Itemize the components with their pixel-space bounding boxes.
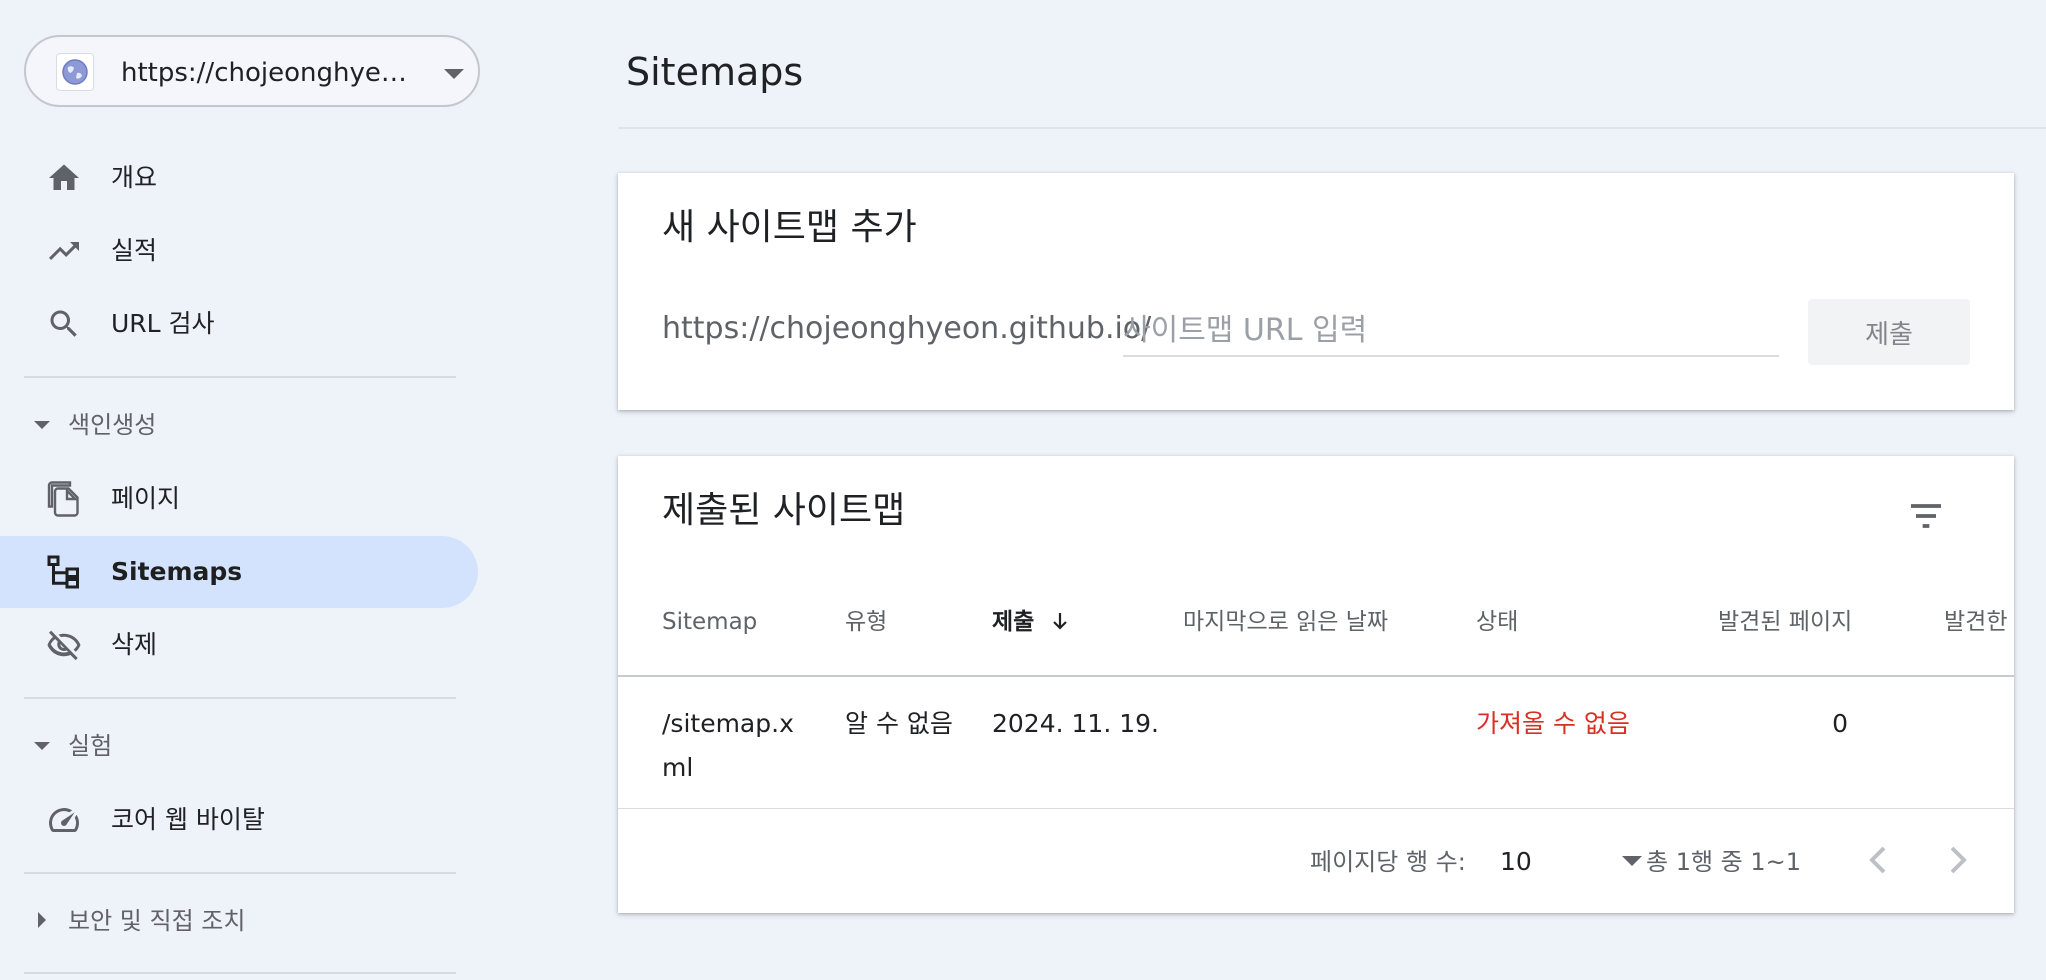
rows-per-page-select[interactable]: 10 [1500, 844, 1532, 880]
caret-down-icon [34, 421, 50, 429]
property-url: https://chojeonghyeon.github.io/ [121, 58, 421, 88]
sidebar-item-removals[interactable]: 삭제 [0, 609, 478, 681]
page-title: Sitemaps [626, 50, 804, 94]
sidebar-item-label: 실적 [111, 236, 158, 265]
row-divider [618, 808, 2014, 809]
sidebar-item-sitemaps[interactable]: Sitemaps [0, 536, 478, 608]
section-security[interactable]: 보안 및 직접 조치 [0, 893, 478, 949]
home-icon [49, 164, 79, 190]
section-label: 실험 [68, 732, 113, 760]
sidebar-divider [24, 972, 456, 974]
column-header-discovered-videos[interactable]: 발견한 동영상 [1944, 606, 2014, 638]
sidebar-item-core-web-vitals[interactable]: 코어 웹 바이탈 [0, 784, 478, 856]
submit-button[interactable]: 제출 [1808, 299, 1970, 365]
url-prefix: https://chojeonghyeon.github.io/ [662, 311, 1152, 346]
section-label: 보안 및 직접 조치 [68, 907, 246, 935]
cell-pages: 0 [1832, 709, 1848, 738]
caret-right-icon [38, 912, 46, 928]
chevron-down-icon [444, 69, 464, 79]
globe-icon [56, 53, 94, 91]
sidebar-item-overview[interactable]: 개요 [0, 142, 478, 214]
column-header-discovered-pages[interactable]: 발견된 페이지 [1718, 606, 1852, 638]
rows-per-page-label: 페이지당 행 수: [1310, 848, 1466, 876]
sidebar-item-pages[interactable]: 페이지 [0, 463, 478, 535]
section-label: 색인생성 [68, 411, 157, 439]
sidebar-item-url-inspection[interactable]: URL 검사 [0, 288, 478, 360]
sidebar-item-performance[interactable]: 실적 [0, 215, 478, 287]
header-divider [618, 675, 2014, 677]
section-experience[interactable]: 실험 [0, 718, 478, 774]
sidebar-item-label: 페이지 [111, 484, 181, 513]
add-sitemap-card: 새 사이트맵 추가 https://chojeonghyeon.github.i… [618, 173, 2014, 410]
speedometer-icon [49, 808, 79, 832]
sidebar-item-label: URL 검사 [111, 309, 215, 338]
column-header-last-read[interactable]: 마지막으로 읽은 날짜 [1183, 606, 1388, 638]
property-selector[interactable]: https://chojeonghyeon.github.io/ [24, 35, 480, 107]
column-header-sitemap[interactable]: Sitemap [662, 606, 757, 638]
arrow-down-icon [1053, 613, 1068, 630]
column-header-type[interactable]: 유형 [845, 606, 887, 638]
submitted-sitemaps-title: 제출된 사이트맵 [662, 490, 906, 531]
column-header-status[interactable]: 상태 [1476, 606, 1518, 638]
sidebar-item-label: 개요 [111, 163, 158, 192]
eye-off-icon [47, 630, 81, 661]
cell-status: 가져올 수 없음 [1476, 709, 1630, 738]
chevron-down-icon[interactable] [1622, 856, 1642, 866]
sidebar-divider [24, 872, 456, 874]
sidebar-item-label: 삭제 [111, 630, 158, 659]
sidebar-divider [24, 376, 456, 378]
submitted-sitemaps-card: 제출된 사이트맵 Sitemap 유형 제출 마지막으로 읽은 날짜 상태 발견… [618, 456, 2014, 913]
chevron-right-icon[interactable] [1934, 836, 1982, 884]
cell-submitted: 2024. 11. 19. [992, 709, 1159, 738]
sitemap-url-input[interactable] [1123, 305, 1779, 357]
section-indexing[interactable]: 색인생성 [0, 397, 478, 453]
sidebar-divider [24, 697, 456, 699]
column-header-label: 제출 [992, 609, 1035, 635]
chevron-left-icon[interactable] [1854, 836, 1902, 884]
add-sitemap-title: 새 사이트맵 추가 [662, 207, 917, 248]
cell-type: 알 수 없음 [845, 709, 953, 738]
pages-icon [47, 481, 79, 517]
search-icon [50, 310, 77, 337]
filter-icon[interactable] [1906, 496, 1946, 536]
caret-down-icon [34, 742, 50, 750]
trending-up-icon [49, 242, 79, 260]
column-header-submitted[interactable]: 제출 [992, 606, 1072, 638]
sidebar-item-label: Sitemaps [111, 557, 243, 586]
pagination-range: 총 1행 중 1~1 [1646, 848, 1802, 876]
cell-sitemap: /sitemap.xml [662, 709, 794, 782]
sidebar-item-label: 코어 웹 바이탈 [111, 805, 265, 834]
sitemap-icon [47, 555, 79, 589]
title-divider [618, 127, 2046, 129]
